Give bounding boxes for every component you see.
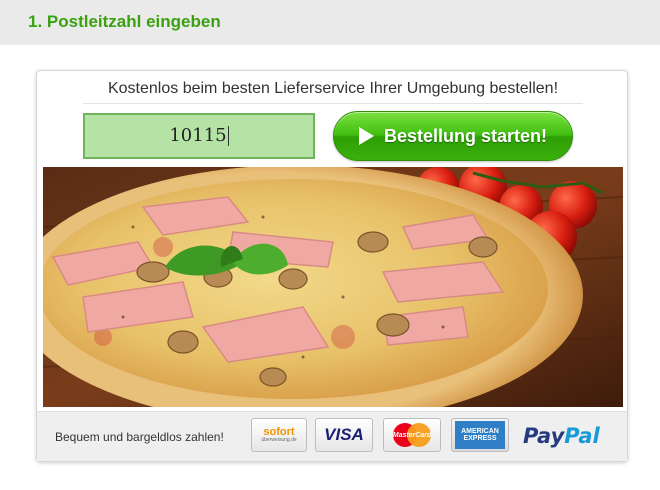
pizza-illustration [43,167,623,407]
pizza-image [43,167,623,407]
visa-logo: VISA [315,418,373,452]
text-cursor [227,126,229,146]
paypal-part2: Pal [564,424,600,448]
start-order-button[interactable]: Bestellung starten! [333,111,573,161]
payment-row: Bequem und bargeldlos zahlen! sofort übe… [37,411,627,461]
start-order-label: Bestellung starten! [383,125,548,146]
top-bar: 1. Postleitzahl eingeben [0,0,660,45]
amex-line1: AMERICAN [461,427,499,435]
mastercard-text: MasterCard [392,431,432,439]
paypal-part1: Pay [523,424,565,448]
visa-text: VISA [324,425,364,444]
amex-line2: EXPRESS [463,435,497,442]
payment-text: Bequem und bargeldlos zahlen! [55,430,224,444]
divider [83,103,583,104]
zip-code-value: 10115 [169,125,227,146]
amex-logo: AMERICAN EXPRESS [451,418,509,452]
amex-badge: AMERICAN EXPRESS [455,421,505,449]
order-card: Kostenlos beim besten Lieferservice Ihre… [36,70,628,462]
play-icon [358,127,374,145]
sofort-sub: überweisung.de [261,437,297,443]
card-headline: Kostenlos beim besten Lieferservice Ihre… [107,80,559,97]
mastercard-logo: MasterCard [383,418,441,452]
paypal-logo: PayPal [523,424,600,448]
zip-code-input[interactable]: 10115 [83,113,315,159]
step-title: 1. Postleitzahl eingeben [28,12,221,31]
sofort-logo: sofort überweisung.de [251,418,307,452]
